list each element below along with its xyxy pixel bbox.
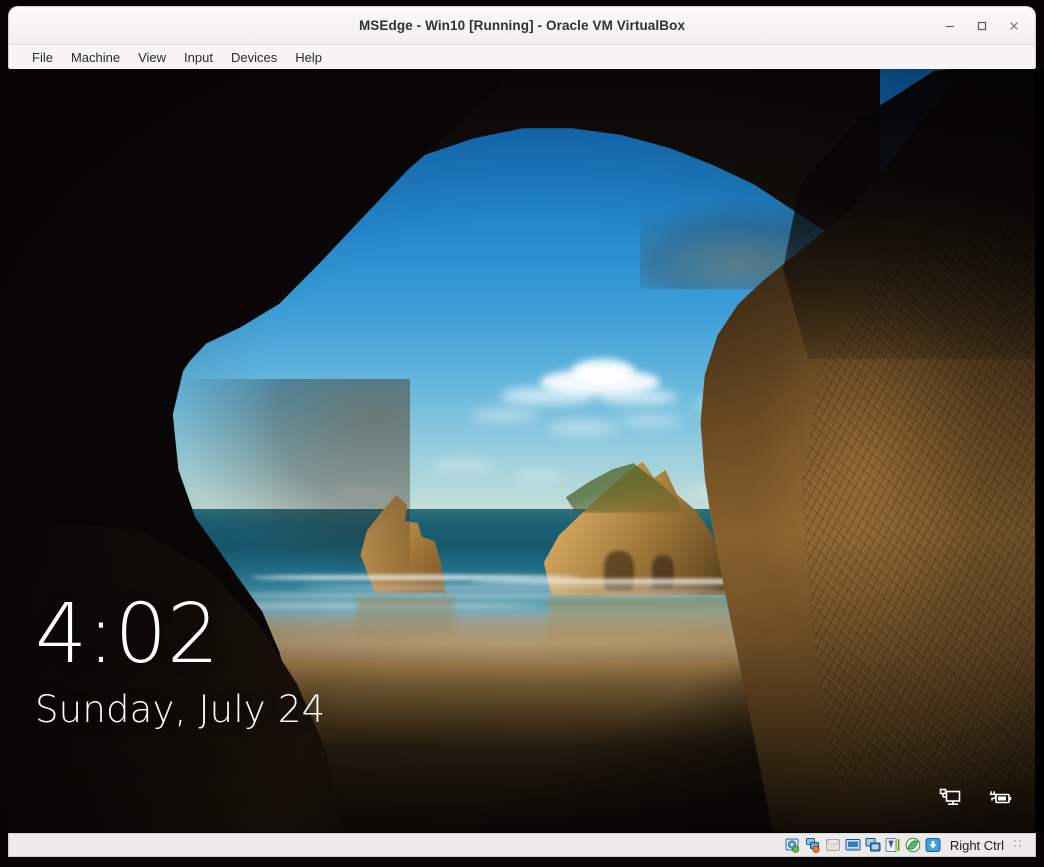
window-chrome: MSEdge - Win10 [Running] - Oracle VM Vir… — [8, 6, 1036, 68]
minimize-button[interactable] — [935, 11, 965, 41]
lock-screen-tray — [937, 786, 1013, 810]
optical-drive-icon[interactable] — [805, 837, 822, 854]
close-button[interactable] — [999, 11, 1029, 41]
menu-item-view[interactable]: View — [129, 48, 175, 67]
menu-bar: File Machine View Input Devices Help — [9, 45, 1035, 69]
title-bar: MSEdge - Win10 [Running] - Oracle VM Vir… — [9, 7, 1035, 45]
maximize-button[interactable] — [967, 11, 997, 41]
cloud — [512, 471, 564, 479]
resize-grip[interactable] — [1013, 839, 1025, 851]
lock-screen-wallpaper: 4:02 Sunday, July 24 — [0, 69, 1035, 832]
window-title: MSEdge - Win10 [Running] - Oracle VM Vir… — [359, 18, 685, 33]
guest-screen-letterbox — [1035, 69, 1044, 832]
cloud — [330, 489, 400, 497]
cloud — [598, 389, 678, 405]
menu-item-help[interactable]: Help — [286, 48, 331, 67]
hard-disk-icon[interactable] — [785, 837, 802, 854]
guest-screen[interactable]: 4:02 Sunday, July 24 — [0, 69, 1035, 832]
network-icon[interactable] — [937, 786, 963, 810]
window-controls — [935, 7, 1029, 44]
cloud — [620, 415, 680, 426]
display-capture-icon[interactable] — [905, 837, 922, 854]
shared-folders-icon[interactable] — [885, 837, 902, 854]
menu-item-file[interactable]: File — [23, 48, 62, 67]
cloud — [548, 421, 618, 434]
cloud — [430, 461, 496, 470]
menu-item-input[interactable]: Input — [175, 48, 222, 67]
floppy-drive-icon[interactable] — [825, 837, 842, 854]
host-key-label: Right Ctrl — [950, 838, 1004, 853]
cloud — [572, 359, 634, 383]
cloud — [500, 387, 596, 405]
menu-item-devices[interactable]: Devices — [222, 48, 286, 67]
status-bar: Right Ctrl — [8, 833, 1036, 857]
mouse-integration-icon[interactable] — [925, 837, 942, 854]
menu-item-machine[interactable]: Machine — [62, 48, 129, 67]
usb-devices-icon[interactable] — [865, 837, 882, 854]
surf-line — [300, 585, 720, 590]
virtualbox-app-window: MSEdge - Win10 [Running] - Oracle VM Vir… — [0, 0, 1044, 867]
cloud — [470, 409, 540, 421]
power-icon[interactable] — [987, 786, 1013, 810]
network-adapter-icon[interactable] — [845, 837, 862, 854]
